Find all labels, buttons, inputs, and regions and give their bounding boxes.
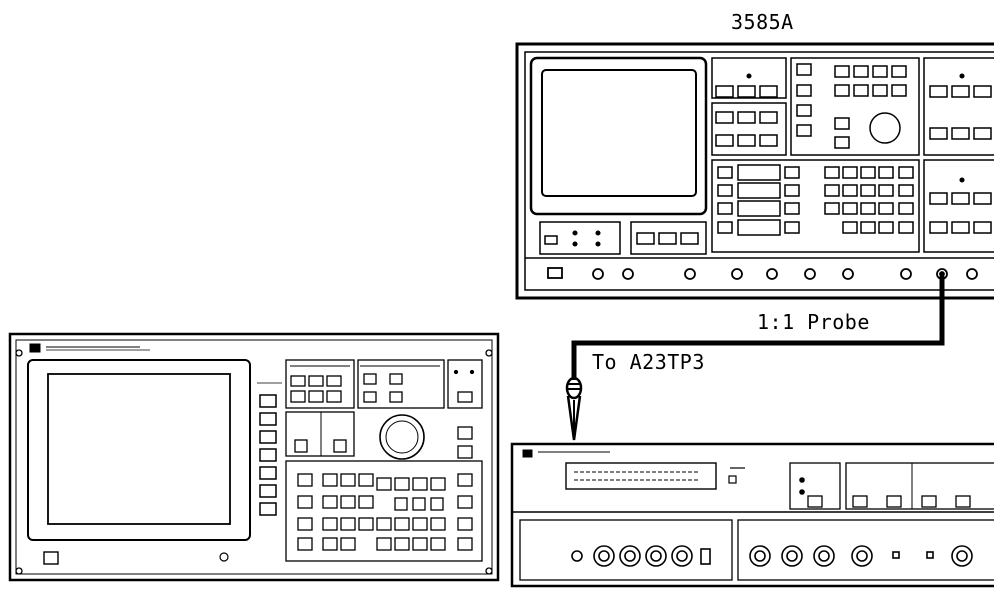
source-bnc-connectors bbox=[571, 545, 973, 567]
spectrum-analyzer-3585a bbox=[515, 42, 994, 300]
test-setup-diagram bbox=[8, 42, 994, 588]
analyzer-lower-keypad bbox=[711, 159, 994, 253]
analyzer-crt-screen bbox=[529, 56, 708, 216]
probe-tip-icon bbox=[565, 376, 583, 441]
analyzer-upper-keypad bbox=[711, 57, 994, 156]
instrument-control-panel bbox=[285, 359, 483, 562]
instrument-under-test bbox=[8, 332, 500, 582]
instrument-softkeys bbox=[257, 382, 282, 516]
probe-cable bbox=[565, 276, 945, 441]
hp-logo-icon bbox=[522, 449, 533, 458]
analyzer-connector-row bbox=[525, 257, 994, 280]
instrument-crt-screen bbox=[27, 359, 251, 541]
analyzer-display-keys bbox=[539, 221, 707, 255]
hp-logo-icon bbox=[29, 343, 41, 353]
signal-source bbox=[510, 442, 994, 588]
